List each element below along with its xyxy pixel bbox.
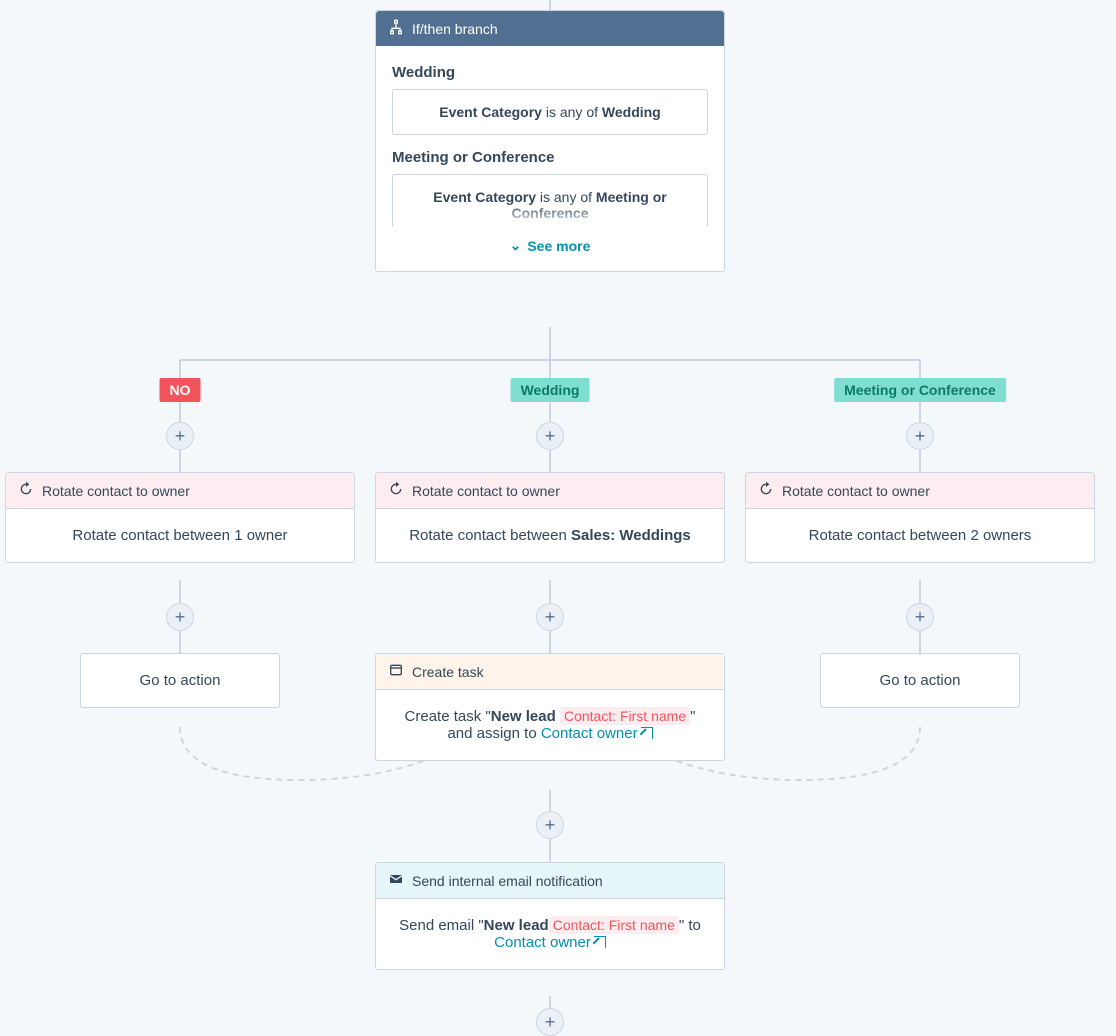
email-body: Send email "New leadContact: First name"… [376,899,724,969]
external-link-icon [594,936,606,948]
email-notification-card[interactable]: Send internal email notification Send em… [375,862,725,970]
sitemap-icon [388,19,404,38]
condition-wedding-rule[interactable]: Event Category is any of Wedding [392,89,708,135]
add-action-no-1[interactable]: + [166,422,194,450]
contact-first-name-token: Contact: First name [549,916,679,934]
if-then-header: If/then branch [376,11,724,46]
see-more-button[interactable]: ⌄See more [392,238,708,255]
add-action-conf-1[interactable]: + [906,422,934,450]
task-icon [388,662,404,681]
add-action-after-email[interactable]: + [536,1008,564,1036]
branch-label-wedding: Wedding [511,378,590,402]
rotate-icon [758,481,774,500]
condition-wedding: Wedding Event Category is any of Wedding [392,64,708,135]
if-then-title: If/then branch [412,21,498,37]
add-action-conf-2[interactable]: + [906,603,934,631]
add-action-no-2[interactable]: + [166,603,194,631]
contact-first-name-token: Contact: First name [560,707,690,725]
if-then-body: Wedding Event Category is any of Wedding… [376,46,724,271]
create-task-card[interactable]: Create task Create task "New lead Contac… [375,653,725,761]
branch-label-no: NO [160,378,201,402]
condition-conference-label: Meeting or Conference [392,149,708,166]
chevron-down-icon: ⌄ [510,237,522,254]
goto-action-no[interactable]: Go to action [80,653,280,708]
rotate-header-wedding: Rotate contact to owner [376,473,724,509]
rotate-icon [388,481,404,500]
add-action-wed-2[interactable]: + [536,603,564,631]
add-action-after-task[interactable]: + [536,811,564,839]
if-then-branch-node[interactable]: If/then branch Wedding Event Category is… [375,10,725,272]
create-task-body: Create task "New lead Contact: First nam… [376,690,724,760]
rotate-header-no: Rotate contact to owner [6,473,354,509]
external-link-icon [641,727,653,739]
rotate-header-conference: Rotate contact to owner [746,473,1094,509]
mail-icon [388,871,404,890]
rotate-icon [18,481,34,500]
rotate-body-conference: Rotate contact between 2 owners [746,509,1094,562]
rotate-card-wedding[interactable]: Rotate contact to owner Rotate contact b… [375,472,725,563]
create-task-header: Create task [376,654,724,690]
condition-conference-rule[interactable]: Event Category is any of Meeting or Conf… [392,174,708,228]
rotate-card-conference[interactable]: Rotate contact to owner Rotate contact b… [745,472,1095,563]
rotate-body-no: Rotate contact between 1 owner [6,509,354,562]
rotate-body-wedding: Rotate contact between Sales: Weddings [376,509,724,562]
condition-wedding-label: Wedding [392,64,708,81]
goto-action-conf[interactable]: Go to action [820,653,1020,708]
branch-label-conference: Meeting or Conference [834,378,1006,402]
email-header: Send internal email notification [376,863,724,899]
contact-owner-link[interactable]: Contact owner [541,725,653,742]
add-action-wed-1[interactable]: + [536,422,564,450]
contact-owner-link[interactable]: Contact owner [494,934,606,951]
rotate-card-no[interactable]: Rotate contact to owner Rotate contact b… [5,472,355,563]
condition-conference: Meeting or Conference Event Category is … [392,149,708,228]
